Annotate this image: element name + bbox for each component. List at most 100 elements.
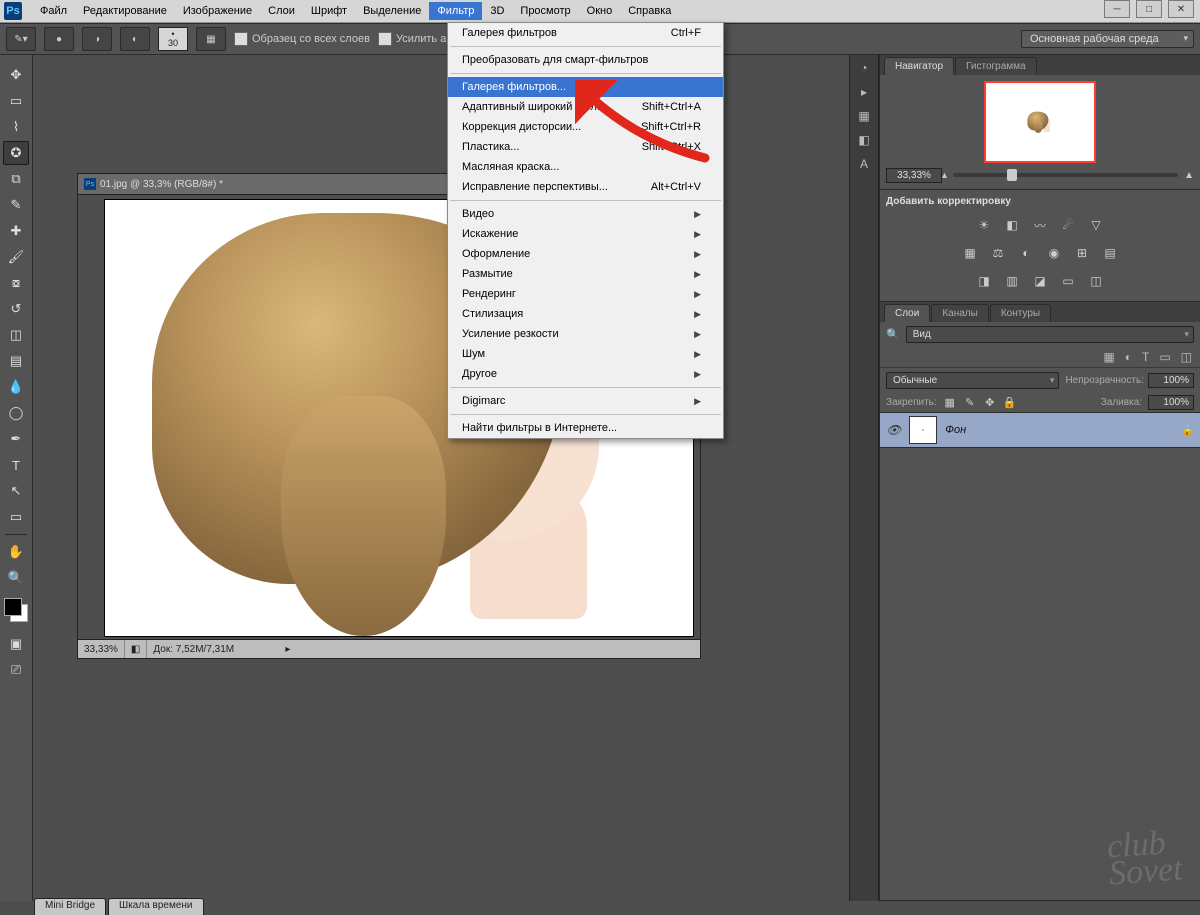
gradient-tool[interactable]: ▤	[3, 349, 29, 373]
menu-справка[interactable]: Справка	[620, 2, 679, 20]
filter-adjust-icon[interactable]: ◐	[1125, 350, 1132, 364]
gradient-map-icon[interactable]: ▭	[1058, 273, 1078, 289]
menu-item[interactable]: Размытие▶	[448, 264, 723, 284]
tab-mini-bridge[interactable]: Mini Bridge	[34, 898, 106, 915]
menu-3d[interactable]: 3D	[482, 2, 512, 20]
actions-panel-icon[interactable]: ▸	[861, 85, 867, 99]
close-button[interactable]: ✕	[1168, 0, 1194, 18]
menu-item[interactable]: Галерея фильтровCtrl+F	[448, 23, 723, 43]
brush-size-field[interactable]: •30	[158, 27, 188, 51]
menu-item[interactable]: Найти фильтры в Интернете...	[448, 418, 723, 438]
navigator-thumbnail[interactable]	[984, 81, 1096, 163]
threshold-icon[interactable]: ◪	[1030, 273, 1050, 289]
channel-mixer-icon[interactable]: ⊞	[1072, 245, 1092, 261]
menu-item[interactable]: Шум▶	[448, 344, 723, 364]
brush-panel-icon[interactable]: ▦	[196, 27, 226, 51]
tab-channels[interactable]: Каналы	[931, 304, 989, 322]
menu-фильтр[interactable]: Фильтр	[429, 2, 482, 20]
curves-icon[interactable]: 〰	[1030, 217, 1050, 233]
menu-item[interactable]: Исправление перспективы...Alt+Ctrl+V	[448, 177, 723, 197]
menu-item[interactable]: Оформление▶	[448, 244, 723, 264]
layer-filter-kind[interactable]: Вид	[906, 326, 1194, 343]
history-brush-tool[interactable]: ↺	[3, 297, 29, 321]
invert-icon[interactable]: ◨	[974, 273, 994, 289]
menu-item[interactable]: Адаптивный широкий угол...Shift+Ctrl+A	[448, 97, 723, 117]
dodge-tool[interactable]: ◯	[3, 401, 29, 425]
menu-item[interactable]: Видео▶	[448, 204, 723, 224]
menu-item[interactable]: Digimarc▶	[448, 391, 723, 411]
menu-слои[interactable]: Слои	[260, 2, 303, 20]
brightness-icon[interactable]: ☀	[974, 217, 994, 233]
menu-item[interactable]: Галерея фильтров...	[448, 77, 723, 97]
brush-mode-icon[interactable]: ◐	[120, 27, 150, 51]
pen-tool[interactable]: ✒	[3, 427, 29, 451]
menu-item[interactable]: Рендеринг▶	[448, 284, 723, 304]
visibility-toggle-icon[interactable]: 👁	[886, 423, 901, 437]
posterize-icon[interactable]: ▥	[1002, 273, 1022, 289]
menu-item[interactable]: Искажение▶	[448, 224, 723, 244]
lock-pixels-icon[interactable]: ▦	[943, 396, 957, 410]
status-channel-icon[interactable]: ◧	[125, 640, 147, 658]
fill-value[interactable]: 100%	[1148, 395, 1194, 410]
menu-item[interactable]: Другое▶	[448, 364, 723, 384]
workspace-selector[interactable]: Основная рабочая среда	[1021, 30, 1194, 48]
layer-thumbnail[interactable]	[909, 416, 937, 444]
menu-просмотр[interactable]: Просмотр	[512, 2, 578, 20]
eyedropper-tool[interactable]: ✎	[3, 193, 29, 217]
zoom-readout[interactable]: 33,33%	[78, 640, 125, 658]
color-swatches[interactable]	[4, 598, 28, 622]
maximize-button[interactable]: □	[1136, 0, 1162, 18]
eraser-tool[interactable]: ◫	[3, 323, 29, 347]
menu-item[interactable]: Масляная краска...	[448, 157, 723, 177]
photo-filter-icon[interactable]: ◉	[1044, 245, 1064, 261]
foreground-color[interactable]	[4, 598, 22, 616]
menu-item[interactable]: Усиление резкости▶	[448, 324, 723, 344]
layer-name[interactable]: Фон	[945, 424, 966, 436]
path-selection-tool[interactable]: ↖	[3, 479, 29, 503]
shape-tool[interactable]: ▭	[3, 505, 29, 529]
tab-timeline[interactable]: Шкала времени	[108, 898, 203, 915]
screen-mode-toggle[interactable]: ⎚	[3, 658, 29, 682]
marquee-tool[interactable]: ▭	[3, 89, 29, 113]
menu-шрифт[interactable]: Шрифт	[303, 2, 355, 20]
levels-icon[interactable]: ◧	[1002, 217, 1022, 233]
hand-tool[interactable]: ✋	[3, 540, 29, 564]
tab-histogram[interactable]: Гистограмма	[955, 57, 1037, 75]
tab-navigator[interactable]: Навигатор	[884, 57, 954, 75]
brush-settings-icon[interactable]: ◑	[82, 27, 112, 51]
clone-stamp-tool[interactable]: ⧇	[3, 271, 29, 295]
blur-tool[interactable]: 💧	[3, 375, 29, 399]
blend-mode-select[interactable]: Обычные	[886, 372, 1059, 389]
layer-filter-search-icon[interactable]: 🔍	[886, 328, 900, 341]
tool-preset-icon[interactable]: ✎▾	[6, 27, 36, 51]
move-tool[interactable]: ✥	[3, 63, 29, 87]
character-panel-icon[interactable]: A	[860, 157, 868, 171]
menu-выделение[interactable]: Выделение	[355, 2, 429, 20]
tab-layers[interactable]: Слои	[884, 304, 930, 322]
filter-smart-icon[interactable]: ◫	[1181, 350, 1192, 364]
hue-sat-icon[interactable]: ▦	[960, 245, 980, 261]
doc-size-arrow-icon[interactable]: ▸	[279, 640, 296, 658]
menu-изображение[interactable]: Изображение	[175, 2, 260, 20]
menu-item[interactable]: Преобразовать для смарт-фильтров	[448, 50, 723, 70]
swatches-panel-icon[interactable]: ▦	[858, 109, 869, 123]
vibrance-icon[interactable]: ▽	[1086, 217, 1106, 233]
tab-paths[interactable]: Контуры	[990, 304, 1051, 322]
filter-type-icon[interactable]: T	[1142, 350, 1149, 364]
quick-mask-toggle[interactable]: ▣	[3, 632, 29, 656]
zoom-in-icon[interactable]: ▲	[1184, 170, 1194, 181]
menu-файл[interactable]: Файл	[32, 2, 75, 20]
filter-shape-icon[interactable]: ▭	[1159, 350, 1170, 364]
menu-item[interactable]: Коррекция дисторсии...Shift+Ctrl+R	[448, 117, 723, 137]
menu-редактирование[interactable]: Редактирование	[75, 2, 175, 20]
type-tool[interactable]: T	[3, 453, 29, 477]
quick-selection-tool[interactable]: ✪	[3, 141, 29, 165]
zoom-out-icon[interactable]: ▴	[942, 170, 947, 181]
lock-all-icon[interactable]: 🔒	[1003, 396, 1017, 410]
brush-tip-icon[interactable]: ●	[44, 27, 74, 51]
menu-item[interactable]: Стилизация▶	[448, 304, 723, 324]
healing-brush-tool[interactable]: ✚	[3, 219, 29, 243]
color-lookup-icon[interactable]: ▤	[1100, 245, 1120, 261]
history-panel-icon[interactable]: ◔	[860, 61, 867, 75]
menu-окно[interactable]: Окно	[579, 2, 621, 20]
